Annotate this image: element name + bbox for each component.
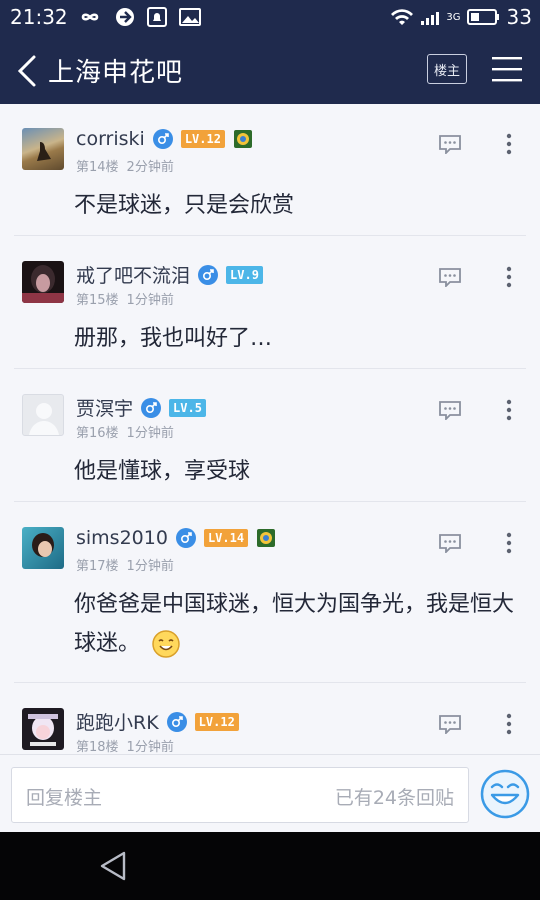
post-meta: 第17楼 1分钟前 (76, 555, 174, 574)
post-content: 你爸爸是中国球迷，恒大为国争光，我是恒大球迷。 (74, 585, 514, 663)
avatar[interactable] (22, 128, 64, 170)
reply-item: 跑跑小RK LV.12 第18楼 1分钟前 (14, 684, 526, 754)
status-bar: 21:32 3G 33 (0, 0, 540, 36)
username-row: sims2010 LV.14 (76, 527, 276, 549)
post-time: 1分钟前 (126, 740, 174, 754)
back-arrow-icon[interactable] (14, 54, 40, 88)
page-title: 上海申花吧 (48, 58, 184, 88)
more-options-icon[interactable] (504, 132, 514, 156)
post-time: 1分钟前 (126, 559, 174, 574)
level-badge: LV.12 (180, 130, 225, 148)
smiley-emoticon-icon (152, 630, 180, 658)
male-icon (152, 129, 173, 149)
male-icon (198, 264, 219, 285)
username[interactable]: corriski (76, 128, 145, 150)
post-content: 他是懂球，享受球 (74, 459, 251, 484)
sync-icon (116, 8, 134, 26)
status-time: 21:32 (10, 5, 68, 29)
username-row: 戒了吧不流泪 LV.9 (76, 261, 263, 288)
post-content: 册那，我也叫好了… (74, 326, 273, 351)
avatar[interactable] (22, 527, 64, 569)
reply-item: 戒了吧不流泪 LV.9 第15楼 1分钟前 册那，我也叫好了… (14, 237, 526, 369)
wifi-icon (391, 9, 414, 25)
signal-icon (421, 12, 440, 25)
floor-number: 第15楼 (76, 293, 119, 308)
reply-count: 已有24条回贴 (334, 787, 454, 809)
post-meta: 第15楼 1分钟前 (76, 289, 174, 308)
system-back-icon[interactable] (98, 850, 128, 882)
level-badge: LV.14 (203, 529, 249, 547)
reply-item: 贾溟宇 LV.5 第16楼 1分钟前 他是懂球，享受球 (14, 370, 526, 502)
username[interactable]: 戒了吧不流泪 (76, 261, 190, 288)
floor-number: 第14楼 (76, 160, 119, 175)
floor-number: 第17楼 (76, 559, 119, 574)
comment-icon[interactable] (438, 134, 462, 154)
post-meta: 第16楼 1分钟前 (76, 422, 174, 441)
hamburger-menu-icon[interactable] (492, 56, 522, 82)
more-options-icon[interactable] (504, 712, 514, 736)
level-badge: LV.5 (169, 398, 206, 417)
emoji-icon[interactable] (478, 767, 532, 821)
avatar[interactable] (22, 261, 64, 303)
post-time: 2分钟前 (126, 160, 174, 175)
comment-icon[interactable] (438, 533, 462, 553)
male-icon (166, 711, 187, 732)
male-icon (175, 528, 196, 548)
reply-bar: 回复楼主 已有24条回贴 (0, 754, 540, 832)
comment-icon[interactable] (438, 400, 462, 420)
reply-placeholder: 回复楼主 (26, 787, 103, 809)
post-meta: 第14楼 2分钟前 (76, 156, 174, 175)
username-row: corriski LV.12 (76, 128, 253, 150)
status-notification-icons (76, 6, 202, 28)
more-options-icon[interactable] (504, 265, 514, 289)
status-right-group: 3G 33 (390, 5, 532, 29)
username-row: 贾溟宇 LV.5 (76, 394, 206, 421)
reply-input[interactable]: 回复楼主 已有24条回贴 (11, 767, 469, 823)
battery-icon (466, 9, 499, 25)
floor-number: 第16楼 (76, 426, 119, 441)
username[interactable]: 跑跑小RK (76, 708, 159, 735)
post-content-text: 你爸爸是中国球迷，恒大为国争光，我是恒大球迷。 (74, 592, 515, 656)
gallery-icon (179, 8, 201, 26)
male-icon (141, 397, 162, 418)
member-badge-icon (257, 529, 276, 547)
reply-item: corriski LV.12 第14楼 2分钟前 不是球迷，只是会欣赏 (14, 104, 526, 236)
notification-bell-icon (147, 7, 167, 27)
more-options-icon[interactable] (504, 398, 514, 422)
reply-item: sims2010 LV.14 第17楼 1分钟前 你爸爸是中国球迷，恒大为国争光，… (14, 503, 526, 683)
post-content: 不是球迷，只是会欣赏 (74, 193, 295, 218)
battery-level: 33 (506, 5, 532, 29)
username-row: 跑跑小RK LV.12 (76, 708, 239, 735)
reply-list[interactable]: corriski LV.12 第14楼 2分钟前 不是球迷，只是会欣赏 戒了吧不流… (0, 104, 540, 754)
floor-number: 第18楼 (76, 740, 119, 754)
post-time: 1分钟前 (126, 426, 174, 441)
network-type-label: 3G (446, 11, 461, 23)
avatar[interactable] (22, 708, 64, 750)
member-badge-icon (233, 130, 252, 148)
system-nav-bar (0, 832, 540, 900)
level-badge: LV.9 (226, 265, 263, 284)
post-time: 1分钟前 (126, 293, 174, 308)
username[interactable]: sims2010 (76, 527, 168, 549)
username[interactable]: 贾溟宇 (76, 394, 133, 421)
more-options-icon[interactable] (504, 531, 514, 555)
avatar[interactable] (22, 394, 64, 436)
infinity-icon (81, 13, 99, 21)
comment-icon[interactable] (438, 267, 462, 287)
comment-icon[interactable] (438, 714, 462, 734)
post-meta: 第18楼 1分钟前 (76, 736, 174, 754)
only-owner-button[interactable]: 楼主 (427, 54, 467, 84)
level-badge: LV.12 (194, 712, 239, 731)
top-nav-bar: 上海申花吧 楼主 (0, 36, 540, 104)
